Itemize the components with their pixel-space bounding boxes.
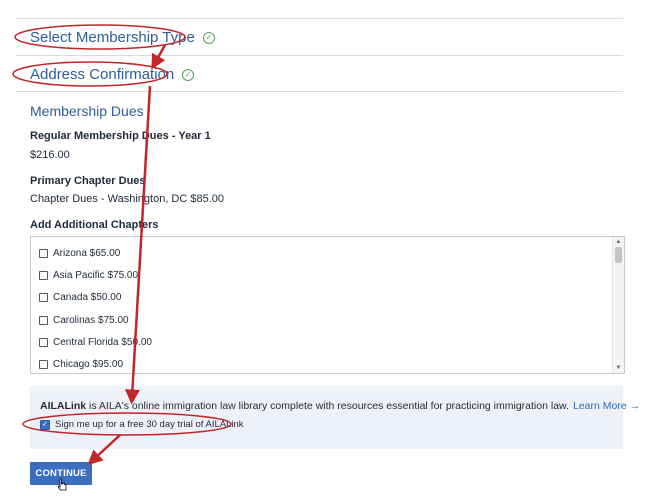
regular-dues-value: $216.00: [30, 149, 70, 161]
checkbox-checked[interactable]: ✓: [40, 419, 50, 430]
step-address-confirmation[interactable]: Address Confirmation ✓: [30, 66, 195, 83]
scroll-down-icon[interactable]: ▼: [615, 365, 622, 371]
ailalink-brand: AILALink: [40, 400, 87, 412]
ailalink-trial-option[interactable]: ✓ Sign me up for a free 30 day trial of …: [40, 419, 244, 430]
chapter-option-label: Arizona $65.00: [53, 248, 121, 259]
divider-top: [16, 18, 623, 19]
ailalink-description-text: is AILA's online immigration law library…: [86, 400, 569, 412]
checkbox[interactable]: [39, 338, 48, 347]
chapter-option[interactable]: Chicago $95.00: [39, 359, 123, 370]
annotation-arrow: [151, 44, 167, 70]
chapter-option-label: Carolinas $75.00: [53, 315, 129, 326]
check-circle-icon: ✓: [182, 68, 195, 81]
checkbox[interactable]: [39, 316, 48, 325]
ailalink-description: AILALink is AILA's online immigration la…: [40, 400, 640, 412]
step-select-membership-type[interactable]: Select Membership Type ✓: [30, 29, 215, 46]
regular-dues-label: Regular Membership Dues - Year 1: [30, 130, 211, 142]
primary-chapter-value: Chapter Dues - Washington, DC $85.00: [30, 193, 225, 205]
additional-chapters-list[interactable]: Arizona $65.00 Asia Pacific $75.00 Canad…: [30, 236, 625, 374]
checkbox[interactable]: [39, 249, 48, 258]
divider-step1: [16, 55, 623, 56]
chapter-option[interactable]: Asia Pacific $75.00: [39, 270, 138, 281]
chapter-option-label: Chicago $95.00: [53, 359, 124, 370]
checkbox[interactable]: [39, 271, 48, 280]
chapter-option-label: Canada $50.00: [53, 292, 122, 303]
primary-chapter-label: Primary Chapter Dues: [30, 175, 146, 187]
membership-dues-heading: Membership Dues: [30, 103, 144, 119]
chapter-option[interactable]: Arizona $65.00: [39, 248, 120, 259]
chapter-option-label: Central Florida $50.00: [53, 337, 152, 348]
check-circle-icon: ✓: [202, 31, 215, 44]
chapter-option[interactable]: Canada $50.00: [39, 292, 121, 303]
divider-step2: [16, 91, 623, 92]
scroll-up-icon[interactable]: ▲: [615, 239, 622, 245]
scroll-thumb[interactable]: [615, 247, 622, 263]
chapter-option[interactable]: Carolinas $75.00: [39, 315, 129, 326]
ailalink-panel: AILALink is AILA's online immigration la…: [30, 386, 640, 449]
chapter-option[interactable]: Central Florida $50.00: [39, 337, 152, 348]
additional-chapters-label: Add Additional Chapters: [30, 219, 159, 231]
step-title: Address Confirmation: [30, 66, 175, 83]
list-scrollbar[interactable]: ▲ ▼: [612, 237, 624, 373]
chapter-option-label: Asia Pacific $75.00: [53, 270, 139, 281]
checkbox[interactable]: [39, 360, 48, 369]
trial-label: Sign me up for a free 30 day trial of AI…: [55, 419, 244, 430]
step-title: Select Membership Type: [30, 29, 195, 46]
hand-cursor-icon: [57, 478, 67, 491]
learn-more-link[interactable]: Learn More →: [573, 400, 640, 412]
checkbox[interactable]: [39, 293, 48, 302]
